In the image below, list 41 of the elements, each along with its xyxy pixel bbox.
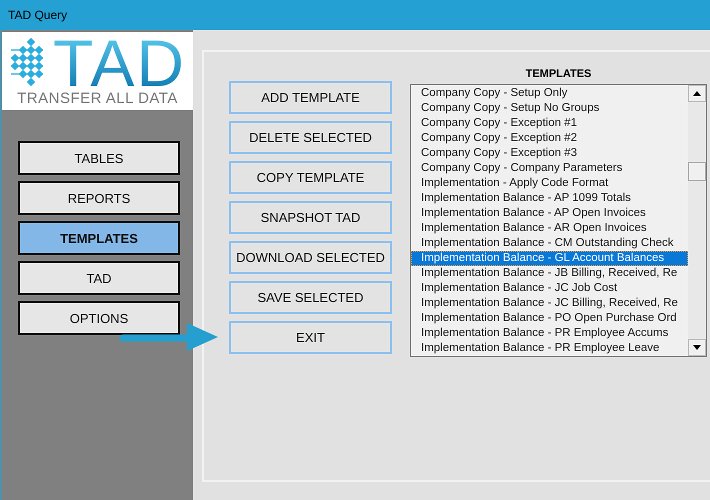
list-item[interactable]: Implementation Balance - JC Billing, Received, Re [411,296,688,311]
list-heading: TEMPLATES [526,67,592,81]
scroll-up-button[interactable] [688,85,706,102]
window-title: TAD Query [8,8,68,22]
action-button[interactable]: EXIT [229,321,392,354]
list-item[interactable]: Implementation Balance - CM Outstanding Check [411,236,688,251]
arrow-icon [119,322,219,352]
action-button[interactable]: SAVE SELECTED [229,281,392,314]
list-item[interactable]: Implementation Balance - AR Open Invoices [411,221,688,236]
list-item[interactable]: Company Copy - Setup Only [411,86,688,101]
action-button[interactable]: DELETE SELECTED [229,121,392,154]
nav-button[interactable]: TAD [18,261,180,295]
list-item[interactable]: Company Copy - Exception #3 [411,146,688,161]
list-item[interactable]: Implementation Balance - PR Employee Leave [411,341,688,356]
logo-tagline: TRANSFER ALL DATA [17,91,178,107]
action-button[interactable]: COPY TEMPLATE [229,161,392,194]
list-item[interactable]: Implementation Balance - PR Employee Accums [411,326,688,341]
list-item[interactable]: Company Copy - Exception #1 [411,116,688,131]
nav-button[interactable]: REPORTS [18,181,180,215]
template-list[interactable] [410,84,707,357]
list-item[interactable]: Company Copy - Setup No Groups [411,101,688,116]
list-item[interactable]: Implementation - Apply Code Format [411,176,688,191]
nav-button[interactable]: TABLES [18,141,180,175]
list-item[interactable]: Implementation Balance - AP Open Invoices [411,206,688,221]
scroll-down-button[interactable] [688,339,706,356]
list-item[interactable]: Implementation Balance - AP 1099 Totals [411,191,688,206]
nav-button[interactable]: TEMPLATES [18,221,180,255]
action-button[interactable]: DOWNLOAD SELECTED [229,241,392,274]
list-item[interactable]: Implementation Balance - GL Account Balances [411,251,688,266]
action-button[interactable]: ADD TEMPLATE [229,81,392,114]
list-item[interactable]: Company Copy - Exception #2 [411,131,688,146]
down-arrow-icon [693,345,701,350]
list-item[interactable]: Implementation Balance - JB Billing, Received, Re [411,266,688,281]
list-item[interactable]: Company Copy - Company Parameters [411,161,688,176]
list-item[interactable]: Implementation Balance - PO Open Purchase Ord [411,311,688,326]
scroll-thumb[interactable] [688,162,706,181]
nav-button[interactable]: OPTIONS [18,301,180,335]
up-arrow-icon [693,91,701,96]
list-item[interactable]: Implementation Balance - JC Job Cost [411,281,688,296]
scrollbar[interactable] [688,85,706,356]
action-button[interactable]: SNAPSHOT TAD [229,201,392,234]
